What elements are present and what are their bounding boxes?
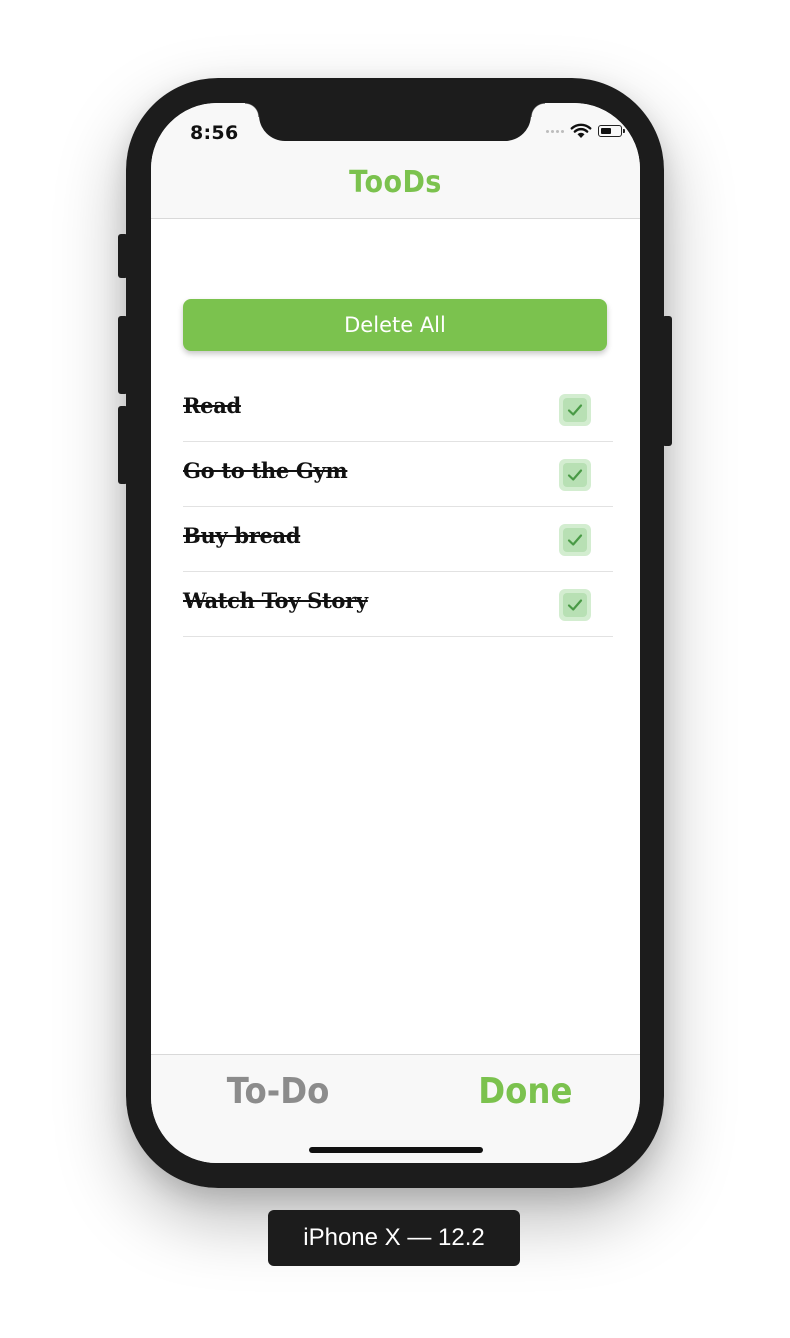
checkmark-icon [567,599,583,611]
task-row[interactable]: Watch Toy Story [183,572,613,637]
status-time: 8:56 [190,122,239,144]
task-checkbox[interactable] [559,394,591,426]
task-list: Read Go to the Gym Buy bread Watch Toy S… [183,377,613,637]
task-label: Watch Toy Story [183,588,368,613]
task-checkbox[interactable] [559,459,591,491]
task-row[interactable]: Go to the Gym [183,442,613,507]
status-icons [546,123,625,139]
checkmark-icon [567,404,583,416]
task-label: Buy bread [183,523,301,548]
checkmark-icon [567,534,583,546]
notch [245,103,545,141]
checkmark-icon [567,469,583,481]
wifi-icon [570,123,592,138]
delete-all-button[interactable]: Delete All [183,299,607,351]
task-row[interactable]: Buy bread [183,507,613,572]
cellular-signal-icon [546,129,564,133]
tab-bar: To-Do Done [151,1054,640,1163]
task-row[interactable]: Read [183,377,613,442]
task-checkbox[interactable] [559,589,591,621]
home-indicator [309,1147,483,1153]
battery-icon [598,125,625,137]
screen: 8:56 TooDs Delete All Read Go to the Gym… [151,103,640,1163]
task-label: Go to the Gym [183,458,348,483]
tab-done[interactable]: Done [478,1071,572,1112]
task-checkbox[interactable] [559,524,591,556]
task-label: Read [183,393,241,418]
device-label: iPhone X — 12.2 [268,1210,520,1266]
nav-title: TooDs [349,165,442,200]
tab-todo[interactable]: To-Do [227,1071,330,1112]
